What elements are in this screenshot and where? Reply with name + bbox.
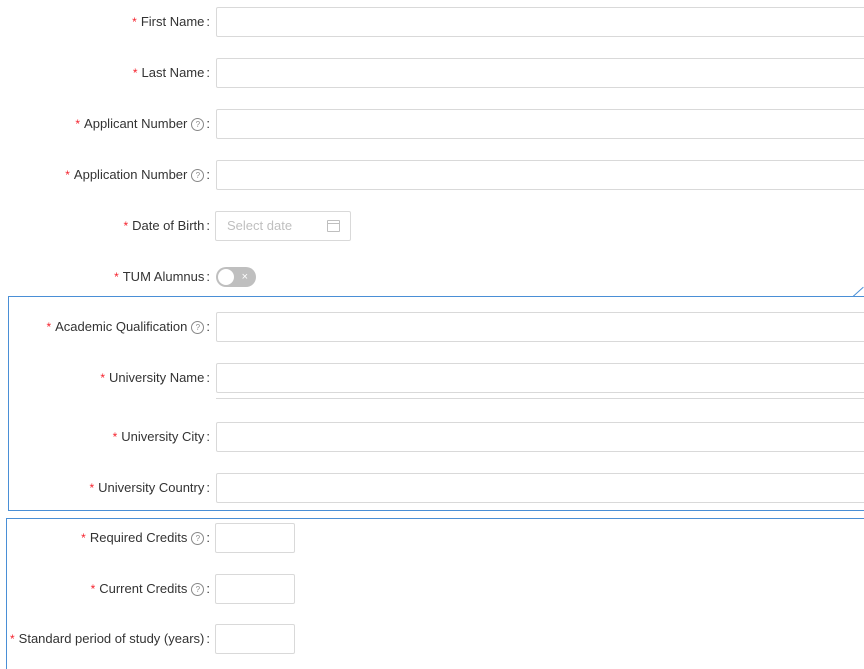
university-country-row: * University Country: <box>0 473 864 503</box>
applicant-number-input[interactable] <box>216 109 864 139</box>
university-city-row: * University City: <box>0 422 864 452</box>
tum-alumnus-label-text: TUM Alumnus <box>122 269 205 284</box>
university-city-label: * University City: <box>113 422 210 452</box>
required-credits-input[interactable] <box>215 523 295 553</box>
colon: : <box>206 319 210 334</box>
last-name-row: * Last Name: <box>0 58 864 88</box>
question-circle-icon[interactable]: ? <box>191 583 205 596</box>
required-mark: * <box>75 117 81 131</box>
university-name-divider <box>216 398 864 399</box>
applicant-number-label: * Applicant Number?: <box>75 109 210 139</box>
colon: : <box>206 14 210 29</box>
first-name-label: * First Name: <box>132 7 210 37</box>
question-circle-icon[interactable]: ? <box>191 321 205 334</box>
university-name-label-text: University Name <box>109 370 205 385</box>
colon: : <box>206 269 210 284</box>
university-country-label: * University Country: <box>90 473 211 503</box>
first-name-input[interactable] <box>216 7 864 37</box>
switch-knob <box>218 269 234 285</box>
current-credits-row: * Current Credits?: <box>0 574 864 604</box>
application-number-input[interactable] <box>216 160 864 190</box>
required-mark: * <box>100 371 106 385</box>
required-mark: * <box>132 66 138 80</box>
first-name-label-text: First Name <box>140 14 205 29</box>
last-name-input[interactable] <box>216 58 864 88</box>
university-name-input[interactable] <box>216 363 864 393</box>
colon: : <box>206 116 210 131</box>
question-circle-icon[interactable]: ? <box>191 532 205 545</box>
question-circle-icon[interactable]: ? <box>191 118 205 131</box>
academic-qualification-input[interactable] <box>216 312 864 342</box>
application-number-label-text: Application Number <box>73 167 188 182</box>
application-form: * First Name: * Last Name: * Applicant Numb… <box>0 0 864 669</box>
required-mark: * <box>90 582 96 596</box>
switch-off-icon: × <box>241 271 248 283</box>
university-country-input[interactable] <box>216 473 864 503</box>
university-name-row: * University Name: <box>0 363 864 393</box>
academic-qualification-label: * Academic Qualification?: <box>46 312 210 342</box>
last-name-label: * Last Name: <box>133 58 210 88</box>
required-credits-label: * Required Credits?: <box>81 523 210 553</box>
required-mark: * <box>9 632 15 646</box>
standard-period-label-text: Standard period of study (years) <box>18 631 205 646</box>
required-mark: * <box>114 270 119 284</box>
colon: : <box>206 65 210 80</box>
required-mark: * <box>112 430 118 444</box>
university-country-label-text: University Country <box>98 480 205 495</box>
colon: : <box>206 370 210 385</box>
tum-alumnus-switch[interactable]: × <box>216 267 256 287</box>
colon: : <box>206 429 210 444</box>
required-mark: * <box>65 168 70 182</box>
date-of-birth-picker[interactable]: Select date <box>215 211 351 241</box>
application-number-row: * Application Number?: <box>0 160 864 190</box>
academic-qualification-row: * Academic Qualification?: <box>0 312 864 342</box>
tum-alumnus-label: * TUM Alumnus: <box>114 262 210 292</box>
standard-period-row: * Standard period of study (years): <box>0 624 864 654</box>
colon: : <box>206 480 210 495</box>
university-city-input[interactable] <box>216 422 864 452</box>
colon: : <box>206 218 210 233</box>
required-mark: * <box>81 531 86 545</box>
current-credits-input[interactable] <box>215 574 295 604</box>
date-of-birth-label: * Date of Birth: <box>123 211 210 241</box>
required-mark: * <box>46 320 52 334</box>
last-name-label-text: Last Name <box>141 65 205 80</box>
first-name-row: * First Name: <box>0 7 864 37</box>
required-credits-label-text: Required Credits <box>89 530 188 545</box>
tum-alumnus-row: * TUM Alumnus: × <box>0 262 864 292</box>
colon: : <box>206 530 210 545</box>
applicant-number-label-text: Applicant Number <box>84 116 188 131</box>
colon: : <box>206 167 210 182</box>
required-mark: * <box>132 15 137 29</box>
colon: : <box>206 631 210 646</box>
colon: : <box>206 581 210 596</box>
question-circle-icon[interactable]: ? <box>191 169 205 182</box>
university-name-label: * University Name: <box>100 363 210 393</box>
standard-period-label: * Standard period of study (years): <box>10 624 210 654</box>
date-of-birth-label-text: Date of Birth <box>132 218 205 233</box>
required-mark: * <box>123 219 129 233</box>
date-placeholder: Select date <box>227 218 293 233</box>
date-of-birth-row: * Date of Birth: Select date <box>0 211 864 241</box>
current-credits-label-text: Current Credits <box>99 581 188 596</box>
application-number-label: * Application Number?: <box>65 160 210 190</box>
academic-qualification-label-text: Academic Qualification <box>55 319 188 334</box>
applicant-number-row: * Applicant Number?: <box>0 109 864 139</box>
university-city-label-text: University City <box>121 429 205 444</box>
required-mark: * <box>89 481 95 495</box>
required-credits-row: * Required Credits?: <box>0 523 864 553</box>
standard-period-input[interactable] <box>215 624 295 654</box>
calendar-icon <box>327 220 340 232</box>
current-credits-label: * Current Credits?: <box>91 574 210 604</box>
